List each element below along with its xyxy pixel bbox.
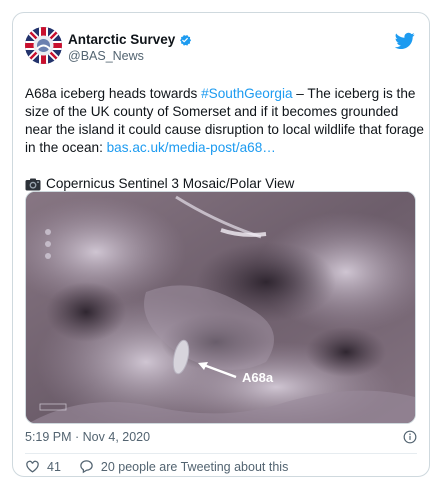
tweet-card[interactable]: Antarctic Survey @BAS_News A68a iceberg … bbox=[12, 12, 430, 477]
heart-icon bbox=[26, 460, 39, 473]
satellite-image[interactable]: A68a bbox=[25, 191, 416, 424]
like-button[interactable]: 41 bbox=[25, 459, 61, 474]
hashtag-link[interactable]: #SouthGeorgia bbox=[201, 86, 292, 101]
avatar[interactable] bbox=[25, 27, 62, 64]
verified-badge-icon bbox=[180, 34, 192, 46]
camera-icon bbox=[25, 178, 41, 190]
divider bbox=[25, 453, 417, 454]
tweet-text: A68a iceberg heads towards #SouthGeorgia… bbox=[25, 85, 425, 157]
article-link[interactable]: bas.ac.uk/media-post/a68… bbox=[107, 140, 276, 155]
info-icon[interactable] bbox=[403, 430, 417, 444]
satellite-image-graphic: A68a bbox=[26, 192, 415, 423]
tweet-text-part-1: A68a iceberg heads towards bbox=[25, 86, 202, 101]
avatar-logo bbox=[25, 27, 62, 64]
like-count: 41 bbox=[47, 459, 61, 474]
twitter-bird-icon[interactable] bbox=[395, 32, 415, 50]
timestamp[interactable]: 5:19 PM · Nov 4, 2020 bbox=[25, 430, 150, 444]
display-name[interactable]: Antarctic Survey bbox=[68, 32, 175, 47]
user-handle[interactable]: @BAS_News bbox=[68, 49, 144, 63]
actions-bar: 41 20 people are Tweeting about this bbox=[25, 459, 288, 474]
reply-bubble-icon bbox=[80, 460, 93, 474]
image-label-a68a: A68a bbox=[242, 370, 274, 385]
tweeting-link[interactable]: 20 people are Tweeting about this bbox=[79, 459, 288, 474]
tweeting-text: 20 people are Tweeting about this bbox=[100, 459, 289, 474]
